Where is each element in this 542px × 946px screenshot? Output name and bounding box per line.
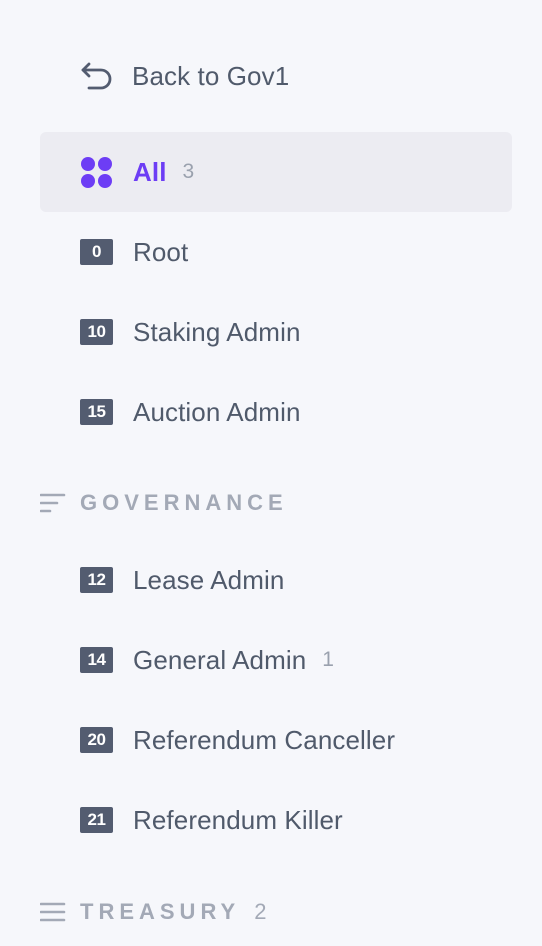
track-label-general-admin: General Admin	[133, 644, 307, 675]
section-title-governance: GOVERNANCE	[80, 490, 288, 515]
grid-dots-icon	[80, 156, 113, 189]
track-count-general-admin: 1	[322, 648, 334, 671]
track-badge-staking-admin: 10	[80, 319, 113, 345]
track-item-all[interactable]: All 3	[40, 132, 512, 212]
track-badge-referendum-canceller: 20	[80, 727, 113, 753]
menu-lines-icon	[40, 899, 66, 925]
section-header-governance[interactable]: GOVERNANCE	[40, 483, 288, 523]
back-link-label: Back to Gov1	[132, 60, 290, 91]
track-badge-lease-admin: 12	[80, 567, 113, 593]
track-item-referendum-canceller[interactable]: 20 Referendum Canceller	[40, 700, 512, 780]
track-badge-general-admin: 14	[80, 647, 113, 673]
track-badge-root: 0	[80, 239, 113, 265]
sort-lines-icon	[40, 490, 66, 516]
track-badge-auction-admin: 15	[80, 399, 113, 425]
track-item-lease-admin[interactable]: 12 Lease Admin	[40, 540, 512, 620]
track-item-referendum-killer[interactable]: 21 Referendum Killer	[40, 780, 512, 860]
section-header-treasury[interactable]: TREASURY 2	[40, 892, 266, 932]
track-label-referendum-killer: Referendum Killer	[133, 804, 343, 835]
undo-arrow-icon	[80, 59, 114, 93]
track-item-staking-admin[interactable]: 10 Staking Admin	[40, 292, 512, 372]
track-label-lease-admin: Lease Admin	[133, 564, 285, 595]
back-to-gov1-link[interactable]: Back to Gov1	[80, 56, 289, 96]
track-label-staking-admin: Staking Admin	[133, 316, 301, 347]
track-label-auction-admin: Auction Admin	[133, 396, 301, 427]
track-badge-referendum-killer: 21	[80, 807, 113, 833]
track-label-referendum-canceller: Referendum Canceller	[133, 724, 396, 755]
section-count-treasury: 2	[254, 899, 267, 924]
track-item-root[interactable]: 0 Root	[40, 212, 512, 292]
track-item-general-admin[interactable]: 14 General Admin 1	[40, 620, 512, 700]
sidebar: Back to Gov1 All 3 0 Root 10 Staking Adm…	[0, 0, 542, 946]
track-label-all: All	[133, 156, 167, 187]
track-count-all: 3	[182, 160, 195, 183]
section-title-treasury: TREASURY	[80, 899, 241, 924]
track-label-root: Root	[133, 236, 189, 267]
track-item-auction-admin[interactable]: 15 Auction Admin	[40, 372, 512, 452]
